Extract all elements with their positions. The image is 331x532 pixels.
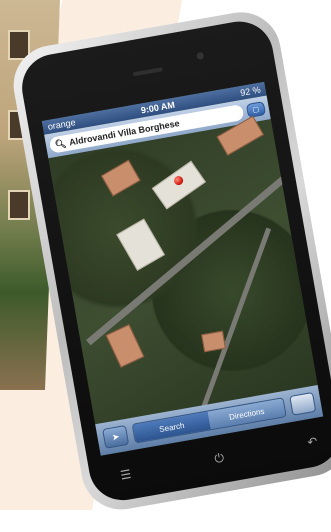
arrow-icon: ➤ <box>110 430 121 442</box>
book-icon: ▢ <box>252 106 260 115</box>
rooftop <box>116 218 166 271</box>
rooftop <box>100 159 141 197</box>
rooftop <box>201 330 226 353</box>
back-arrow-icon[interactable]: ↶ <box>306 434 319 451</box>
directions-tab[interactable]: Directions <box>207 398 286 430</box>
bookmarks-button[interactable]: ▢ <box>245 101 267 119</box>
search-tab[interactable]: Search <box>132 411 211 443</box>
locate-button[interactable]: ➤ <box>102 424 130 449</box>
phone-screen: orange 9:00 AM 92 % 🔍︎ Aldrovandi Villa … <box>41 81 324 456</box>
power-icon[interactable]: ⏻ <box>213 451 225 467</box>
front-camera <box>196 51 205 60</box>
rooftop <box>105 324 145 368</box>
speaker-grille <box>132 67 163 77</box>
search-icon: 🔍︎ <box>54 137 68 150</box>
page-curl-icon[interactable] <box>289 391 317 416</box>
satellite-map[interactable] <box>48 115 318 436</box>
menu-icon[interactable]: ☰ <box>119 467 132 484</box>
